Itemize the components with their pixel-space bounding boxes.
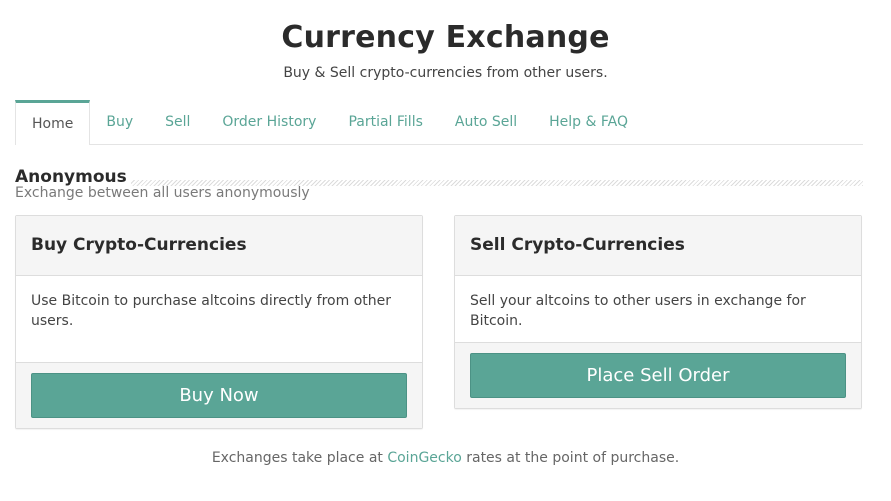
place-sell-order-button[interactable]: Place Sell Order [470, 353, 846, 398]
tab-buy[interactable]: Buy [90, 100, 149, 144]
buy-card-title: Buy Crypto-Currencies [16, 216, 422, 276]
buy-card: Buy Crypto-Currencies Use Bitcoin to pur… [15, 215, 423, 429]
footer-note: Exchanges take place at CoinGecko rates … [0, 450, 891, 466]
section-description: Exchange between all users anonymously [15, 185, 310, 201]
coingecko-link[interactable]: CoinGecko [387, 450, 461, 466]
tab-bar: Home Buy Sell Order History Partial Fill… [15, 100, 863, 145]
tab-help-faq[interactable]: Help & FAQ [533, 100, 644, 144]
section-title: Anonymous [15, 167, 131, 187]
footer-note-suffix: rates at the point of purchase. [461, 450, 680, 466]
tab-order-history[interactable]: Order History [206, 100, 332, 144]
sell-card: Sell Crypto-Currencies Sell your altcoin… [454, 215, 862, 409]
sell-card-body: Sell your altcoins to other users in exc… [470, 293, 806, 329]
buy-now-button[interactable]: Buy Now [31, 373, 407, 418]
tab-partial-fills[interactable]: Partial Fills [332, 100, 438, 144]
page-title: Currency Exchange [281, 20, 610, 55]
buy-card-body: Use Bitcoin to purchase altcoins directl… [31, 293, 391, 329]
buy-card-footer: Buy Now [16, 362, 422, 428]
tab-home[interactable]: Home [15, 100, 91, 145]
sell-card-title: Sell Crypto-Currencies [455, 216, 861, 276]
tab-sell[interactable]: Sell [149, 100, 206, 144]
tab-auto-sell[interactable]: Auto Sell [439, 100, 533, 144]
footer-note-prefix: Exchanges take place at [211, 450, 388, 466]
sell-card-footer: Place Sell Order [455, 342, 861, 408]
page-subtitle: Buy & Sell crypto-currencies from other … [283, 65, 608, 81]
